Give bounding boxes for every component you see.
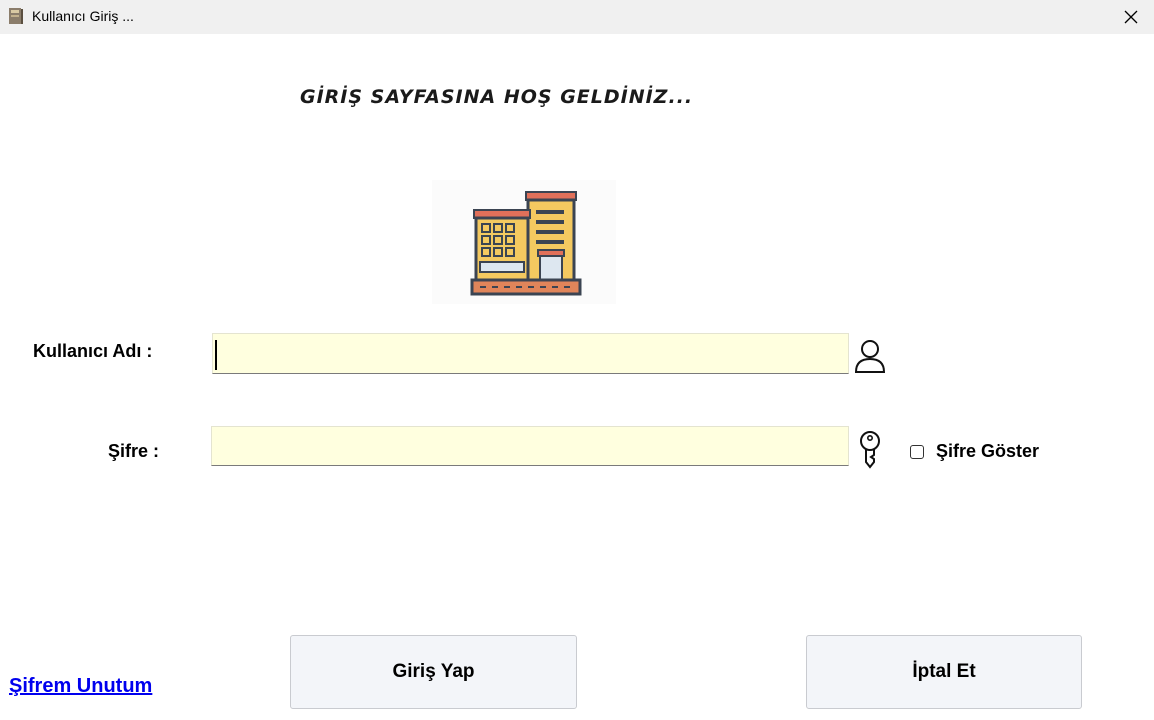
- title-bar: Kullanıcı Giriş ...: [0, 0, 1154, 34]
- login-button[interactable]: Giriş Yap: [290, 635, 577, 709]
- close-icon: [1124, 10, 1138, 24]
- login-window: Kullanıcı Giriş ... GİRİŞ SAYFASINA HOŞ …: [0, 0, 1154, 720]
- key-icon: [860, 431, 880, 469]
- building-icon: [432, 180, 616, 304]
- show-password-label: Şifre Göster: [936, 441, 1040, 461]
- text-caret: [215, 340, 217, 370]
- password-label: Şifre :: [108, 441, 160, 461]
- window-title: Kullanıcı Giriş ...: [32, 8, 134, 24]
- forgot-password-link[interactable]: Şifrem Unutum: [9, 675, 152, 698]
- close-button[interactable]: [1108, 0, 1154, 34]
- user-icon: [854, 340, 886, 373]
- password-input[interactable]: [211, 426, 849, 466]
- username-input[interactable]: [212, 333, 849, 374]
- show-password-toggle[interactable]: Şifre Göster: [910, 441, 1039, 462]
- cancel-button[interactable]: İptal Et: [806, 635, 1082, 709]
- show-password-checkbox[interactable]: [910, 444, 924, 459]
- welcome-heading: GİRİŞ SAYFASINA HOŞ GELDİNİZ...: [300, 86, 694, 108]
- username-label: Kullanıcı Adı :: [33, 341, 153, 361]
- book-icon: [9, 8, 23, 24]
